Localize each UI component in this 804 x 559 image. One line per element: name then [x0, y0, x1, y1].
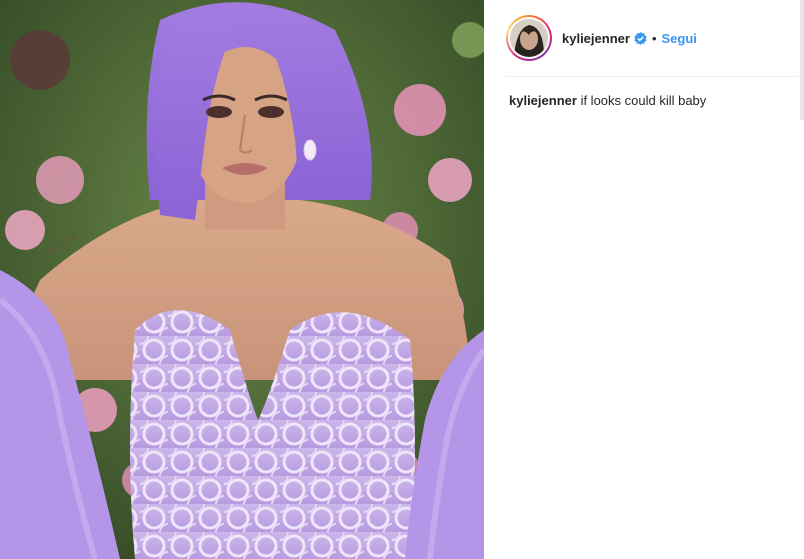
caption-username-link[interactable]: kyliejenner: [509, 93, 577, 108]
separator-dot: •: [651, 30, 657, 46]
caption-text: if looks could kill baby: [580, 93, 707, 108]
post-photo[interactable]: KYLIE COSM: [0, 0, 484, 559]
scrollbar[interactable]: [800, 0, 804, 120]
avatar[interactable]: [510, 19, 548, 57]
username-link[interactable]: kyliejenner: [562, 31, 630, 46]
avatar-frame: [508, 17, 550, 59]
story-ring[interactable]: [506, 15, 552, 61]
header-info: kyliejenner • Segui: [562, 31, 697, 46]
verified-badge-icon: [634, 31, 647, 45]
header-divider: [506, 76, 798, 77]
post-caption: kyliejenner if looks could kill baby: [509, 92, 795, 109]
post-sidebar: kyliejenner • Segui kyliejenner if looks…: [484, 0, 804, 559]
post-header: kyliejenner • Segui: [506, 15, 798, 61]
follow-button[interactable]: Segui: [662, 31, 697, 46]
